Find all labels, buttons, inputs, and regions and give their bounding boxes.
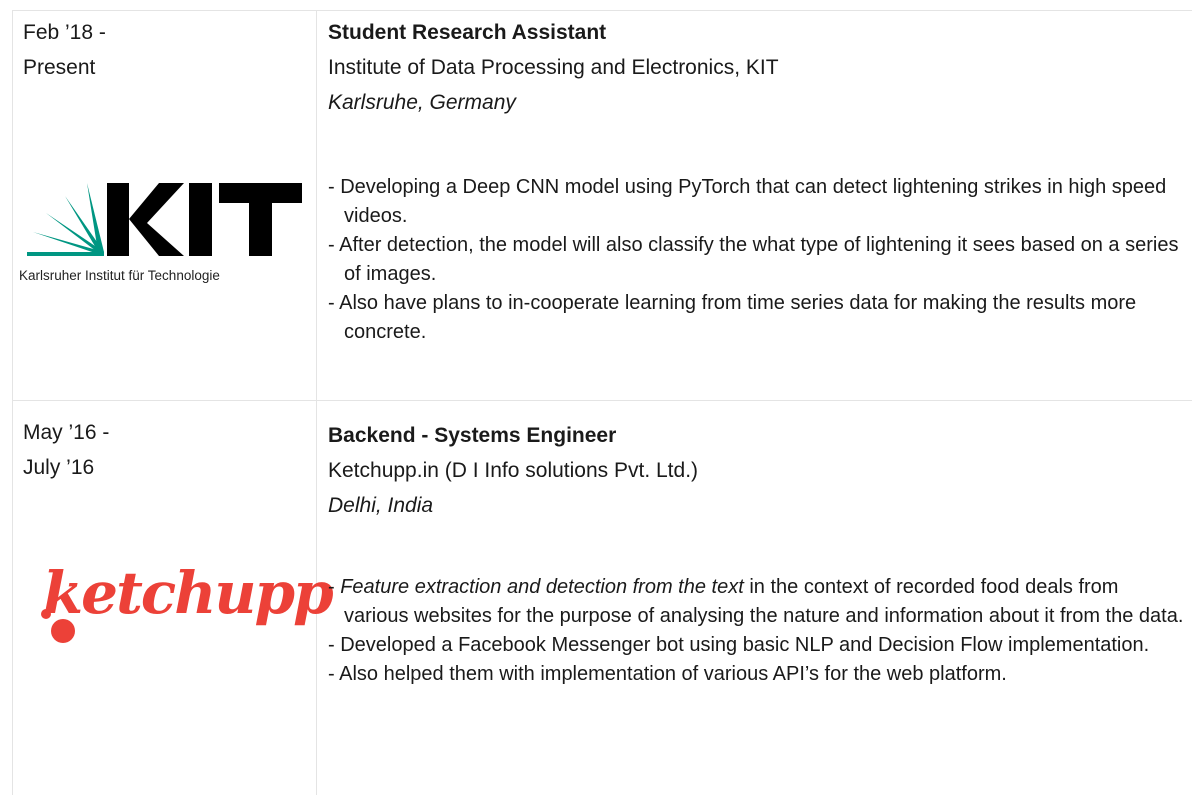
duties-list: - Developing a Deep CNN model using PyTo… xyxy=(328,173,1188,347)
entry-date: Feb ’18 - Present xyxy=(23,21,106,79)
kit-logo-caption: Karlsruher Institut für Technologie xyxy=(19,268,220,283)
list-item: - Also have plans to in-cooperate learni… xyxy=(328,292,1137,343)
row-divider xyxy=(13,400,1192,401)
list-item: - After detection, the model will also c… xyxy=(328,234,1179,285)
entry-content: Student Research Assistant Institute of … xyxy=(328,15,1188,347)
column-divider xyxy=(316,11,317,795)
job-title: Student Research Assistant xyxy=(328,21,607,44)
ketchupp-logo-text: ketchupp xyxy=(43,559,334,627)
organization: Institute of Data Processing and Electro… xyxy=(328,56,779,79)
entry-content: Backend - Systems Engineer Ketchupp.in (… xyxy=(328,418,1188,689)
job-title: Backend - Systems Engineer xyxy=(328,424,617,447)
organization: Ketchupp.in (D I Info solutions Pvt. Ltd… xyxy=(328,459,699,482)
list-item: - Also helped them with implementation o… xyxy=(328,663,1007,685)
entry-date: May ’16 - July ’16 xyxy=(23,421,110,479)
emphasis-text: Feature extraction and detection from th… xyxy=(340,576,744,598)
location: Karlsruhe, Germany xyxy=(328,91,516,114)
experience-table: Feb ’18 - Present Karlsruher Institut fü… xyxy=(12,10,1192,795)
list-item: - Developing a Deep CNN model using PyTo… xyxy=(328,176,1167,227)
duties-list: - Feature extraction and detection from … xyxy=(328,573,1188,689)
list-item: - Developed a Facebook Messenger bot usi… xyxy=(328,634,1150,656)
list-item: - Feature extraction and detection from … xyxy=(328,576,1184,627)
location: Delhi, India xyxy=(328,494,434,517)
